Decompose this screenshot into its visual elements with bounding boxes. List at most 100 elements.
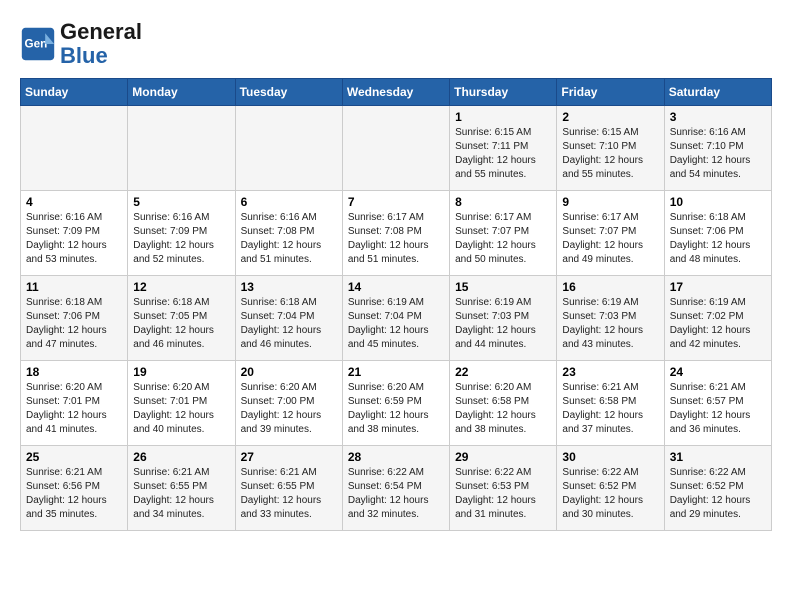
- day-number: 28: [348, 450, 444, 464]
- page-header: Gen General Blue: [20, 20, 772, 68]
- week-row-5: 25 Sunrise: 6:21 AM Sunset: 6:56 PM Dayli…: [21, 446, 772, 531]
- day-header-saturday: Saturday: [664, 79, 771, 106]
- calendar-cell: 23Sunrise: 6:21 AM Sunset: 6:58 PM Dayli…: [557, 361, 664, 446]
- cell-content: Sunrise: 6:20 AM Sunset: 6:59 PM Dayligh…: [348, 381, 444, 437]
- cell-content: Sunrise: 6:20 AM Sunset: 6:58 PM Dayligh…: [455, 381, 551, 437]
- cell-content: Sunrise: 6:21 AM Sunset: 6:55 PM Dayligh…: [133, 466, 229, 522]
- calendar-cell: 5 Sunrise: 6:16 AM Sunset: 7:09 PM Daylig…: [128, 191, 235, 276]
- cell-content: Sunrise: 6:20 AM Sunset: 7:01 PM Dayligh…: [26, 381, 122, 437]
- calendar-cell: 15Sunrise: 6:19 AM Sunset: 7:03 PM Dayli…: [450, 276, 557, 361]
- day-number: 8: [455, 195, 551, 209]
- cell-content: Sunrise: 6:19 AM Sunset: 7:04 PM Dayligh…: [348, 296, 444, 352]
- calendar-cell: [128, 106, 235, 191]
- day-number: 5: [133, 195, 229, 209]
- calendar-cell: 25 Sunrise: 6:21 AM Sunset: 6:56 PM Dayli…: [21, 446, 128, 531]
- cell-content: Sunrise: 6:17 AM Sunset: 7:08 PM Dayligh…: [348, 211, 444, 267]
- cell-content: Sunrise: 6:21 AM Sunset: 6:56 PM Dayligh…: [26, 466, 122, 522]
- cell-content: Sunrise: 6:22 AM Sunset: 6:52 PM Dayligh…: [562, 466, 658, 522]
- calendar-cell: 29 Sunrise: 6:22 AM Sunset: 6:53 PM Dayli…: [450, 446, 557, 531]
- day-number: 24: [670, 365, 766, 379]
- day-header-tuesday: Tuesday: [235, 79, 342, 106]
- calendar-cell: 11Sunrise: 6:18 AM Sunset: 7:06 PM Dayli…: [21, 276, 128, 361]
- cell-content: Sunrise: 6:18 AM Sunset: 7:05 PM Dayligh…: [133, 296, 229, 352]
- day-number: 17: [670, 280, 766, 294]
- day-header-monday: Monday: [128, 79, 235, 106]
- day-number: 14: [348, 280, 444, 294]
- day-header-sunday: Sunday: [21, 79, 128, 106]
- day-number: 1: [455, 110, 551, 124]
- cell-content: Sunrise: 6:16 AM Sunset: 7:08 PM Dayligh…: [241, 211, 337, 267]
- calendar-cell: 24 Sunrise: 6:21 AM Sunset: 6:57 PM Dayli…: [664, 361, 771, 446]
- svg-text:Gen: Gen: [25, 38, 48, 51]
- cell-content: Sunrise: 6:20 AM Sunset: 7:01 PM Dayligh…: [133, 381, 229, 437]
- cell-content: Sunrise: 6:16 AM Sunset: 7:09 PM Dayligh…: [26, 211, 122, 267]
- cell-content: Sunrise: 6:20 AM Sunset: 7:00 PM Dayligh…: [241, 381, 337, 437]
- day-number: 6: [241, 195, 337, 209]
- calendar-cell: 30 Sunrise: 6:22 AM Sunset: 6:52 PM Dayli…: [557, 446, 664, 531]
- logo: Gen General Blue: [20, 20, 142, 68]
- day-number: 29: [455, 450, 551, 464]
- cell-content: Sunrise: 6:19 AM Sunset: 7:03 PM Dayligh…: [562, 296, 658, 352]
- logo-icon: Gen: [20, 26, 56, 62]
- day-number: 15: [455, 280, 551, 294]
- cell-content: Sunrise: 6:15 AM Sunset: 7:10 PM Dayligh…: [562, 126, 658, 182]
- calendar-cell: 16 Sunrise: 6:19 AM Sunset: 7:03 PM Dayli…: [557, 276, 664, 361]
- cell-content: Sunrise: 6:18 AM Sunset: 7:06 PM Dayligh…: [26, 296, 122, 352]
- cell-content: Sunrise: 6:16 AM Sunset: 7:10 PM Dayligh…: [670, 126, 766, 182]
- day-number: 13: [241, 280, 337, 294]
- calendar-cell: [342, 106, 449, 191]
- day-number: 3: [670, 110, 766, 124]
- calendar-cell: 6 Sunrise: 6:16 AM Sunset: 7:08 PM Daylig…: [235, 191, 342, 276]
- calendar-cell: [21, 106, 128, 191]
- calendar-cell: 14 Sunrise: 6:19 AM Sunset: 7:04 PM Dayli…: [342, 276, 449, 361]
- calendar-cell: 1 Sunrise: 6:15 AM Sunset: 7:11 PM Daylig…: [450, 106, 557, 191]
- calendar-table: SundayMondayTuesdayWednesdayThursdayFrid…: [20, 78, 772, 531]
- day-number: 7: [348, 195, 444, 209]
- calendar-cell: 2 Sunrise: 6:15 AM Sunset: 7:10 PM Daylig…: [557, 106, 664, 191]
- day-number: 31: [670, 450, 766, 464]
- cell-content: Sunrise: 6:21 AM Sunset: 6:57 PM Dayligh…: [670, 381, 766, 437]
- day-number: 20: [241, 365, 337, 379]
- day-number: 16: [562, 280, 658, 294]
- calendar-cell: 22Sunrise: 6:20 AM Sunset: 6:58 PM Dayli…: [450, 361, 557, 446]
- logo-blue: Blue: [60, 43, 108, 68]
- week-row-2: 4Sunrise: 6:16 AM Sunset: 7:09 PM Daylig…: [21, 191, 772, 276]
- day-number: 27: [241, 450, 337, 464]
- day-number: 19: [133, 365, 229, 379]
- day-number: 2: [562, 110, 658, 124]
- calendar-cell: 7 Sunrise: 6:17 AM Sunset: 7:08 PM Daylig…: [342, 191, 449, 276]
- day-header-thursday: Thursday: [450, 79, 557, 106]
- cell-content: Sunrise: 6:21 AM Sunset: 6:55 PM Dayligh…: [241, 466, 337, 522]
- calendar-cell: 10Sunrise: 6:18 AM Sunset: 7:06 PM Dayli…: [664, 191, 771, 276]
- calendar-cell: 13 Sunrise: 6:18 AM Sunset: 7:04 PM Dayli…: [235, 276, 342, 361]
- calendar-cell: 12 Sunrise: 6:18 AM Sunset: 7:05 PM Dayli…: [128, 276, 235, 361]
- day-number: 26: [133, 450, 229, 464]
- day-number: 30: [562, 450, 658, 464]
- day-number: 25: [26, 450, 122, 464]
- day-number: 23: [562, 365, 658, 379]
- calendar-cell: 18 Sunrise: 6:20 AM Sunset: 7:01 PM Dayli…: [21, 361, 128, 446]
- calendar-cell: 8 Sunrise: 6:17 AM Sunset: 7:07 PM Daylig…: [450, 191, 557, 276]
- cell-content: Sunrise: 6:19 AM Sunset: 7:02 PM Dayligh…: [670, 296, 766, 352]
- cell-content: Sunrise: 6:17 AM Sunset: 7:07 PM Dayligh…: [562, 211, 658, 267]
- calendar-cell: 9 Sunrise: 6:17 AM Sunset: 7:07 PM Daylig…: [557, 191, 664, 276]
- day-header-friday: Friday: [557, 79, 664, 106]
- cell-content: Sunrise: 6:18 AM Sunset: 7:06 PM Dayligh…: [670, 211, 766, 267]
- calendar-cell: 17 Sunrise: 6:19 AM Sunset: 7:02 PM Dayli…: [664, 276, 771, 361]
- day-header-wednesday: Wednesday: [342, 79, 449, 106]
- day-number: 18: [26, 365, 122, 379]
- day-number: 9: [562, 195, 658, 209]
- calendar-cell: 26 Sunrise: 6:21 AM Sunset: 6:55 PM Dayli…: [128, 446, 235, 531]
- logo-general: General: [60, 19, 142, 44]
- week-row-3: 11Sunrise: 6:18 AM Sunset: 7:06 PM Dayli…: [21, 276, 772, 361]
- calendar-cell: 28Sunrise: 6:22 AM Sunset: 6:54 PM Dayli…: [342, 446, 449, 531]
- calendar-cell: 27 Sunrise: 6:21 AM Sunset: 6:55 PM Dayli…: [235, 446, 342, 531]
- cell-content: Sunrise: 6:18 AM Sunset: 7:04 PM Dayligh…: [241, 296, 337, 352]
- calendar-cell: 3 Sunrise: 6:16 AM Sunset: 7:10 PM Daylig…: [664, 106, 771, 191]
- cell-content: Sunrise: 6:17 AM Sunset: 7:07 PM Dayligh…: [455, 211, 551, 267]
- cell-content: Sunrise: 6:22 AM Sunset: 6:52 PM Dayligh…: [670, 466, 766, 522]
- day-number: 12: [133, 280, 229, 294]
- cell-content: Sunrise: 6:15 AM Sunset: 7:11 PM Dayligh…: [455, 126, 551, 182]
- cell-content: Sunrise: 6:22 AM Sunset: 6:53 PM Dayligh…: [455, 466, 551, 522]
- cell-content: Sunrise: 6:16 AM Sunset: 7:09 PM Dayligh…: [133, 211, 229, 267]
